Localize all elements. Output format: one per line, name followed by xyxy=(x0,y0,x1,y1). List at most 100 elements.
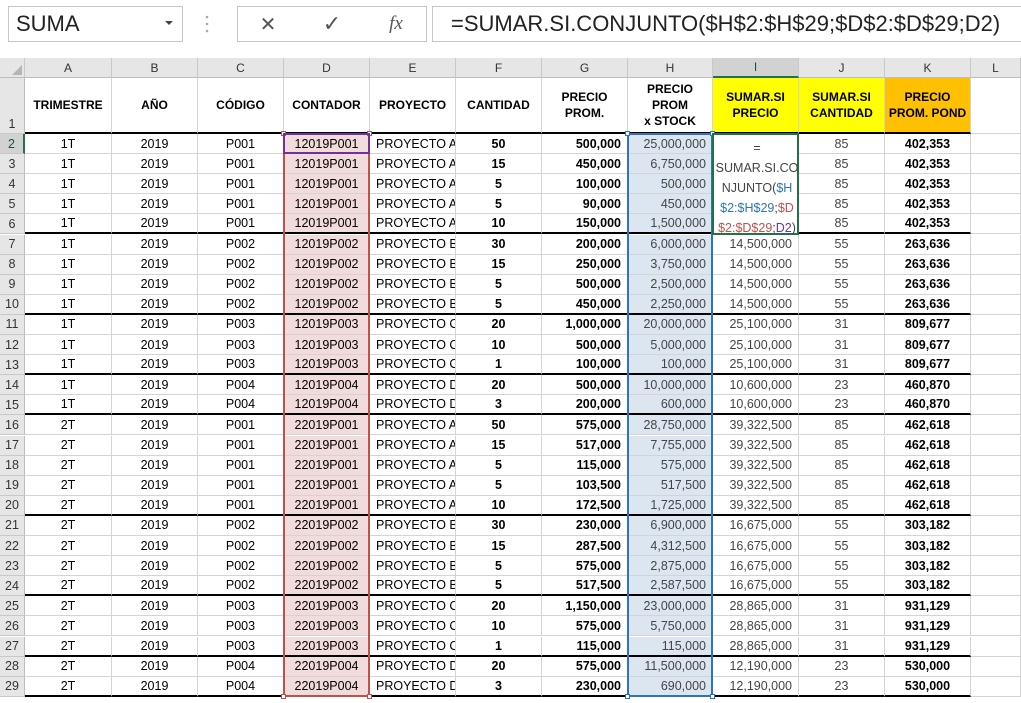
cell-contador[interactable]: 22019P001 xyxy=(284,495,370,516)
cell-contador[interactable]: 12019P003 xyxy=(284,335,370,356)
cell-trimestre[interactable]: 1T xyxy=(25,214,112,235)
cell-sumar-si-cantidad[interactable]: 85 xyxy=(799,415,885,436)
cell-precio-prom[interactable]: 500,000 xyxy=(542,274,628,295)
cell-ano[interactable]: 2019 xyxy=(112,536,198,557)
row-header-15[interactable]: 15 xyxy=(0,395,25,416)
cell-precio-prom-stock[interactable]: 23,000,000 xyxy=(628,596,713,617)
cell-ano[interactable]: 2019 xyxy=(112,214,198,235)
cell-precio-prom[interactable]: 200,000 xyxy=(542,234,628,255)
cell-sumar-si-precio[interactable]: 39,322,500 xyxy=(713,415,799,436)
row-header-11[interactable]: 11 xyxy=(0,314,25,335)
drag-handle-icon[interactable] xyxy=(205,14,209,34)
cell-precio-prom-stock[interactable]: 2,587,500 xyxy=(628,576,713,597)
cell-sumar-si-cantidad[interactable]: 23 xyxy=(799,395,885,416)
cell-sumar-si-cantidad[interactable]: 23 xyxy=(799,676,885,697)
row-header-21[interactable]: 21 xyxy=(0,515,25,536)
cell-precio-prom-stock[interactable]: 5,750,000 xyxy=(628,616,713,637)
cell-sumar-si-cantidad[interactable]: 23 xyxy=(799,656,885,677)
cell-sumar-si-precio[interactable]: 14,500,000 xyxy=(713,254,799,275)
cell-trimestre[interactable]: 2T xyxy=(25,656,112,677)
row-header-3[interactable]: 3 xyxy=(0,154,25,175)
cell-precio-prom-stock[interactable]: 11,500,000 xyxy=(628,656,713,677)
range-handle[interactable] xyxy=(625,693,630,699)
range-handle[interactable] xyxy=(367,131,372,136)
row-header-12[interactable]: 12 xyxy=(0,335,25,356)
header-precio-prom-pond[interactable]: PRECIO PROM. POND xyxy=(885,78,971,134)
cell-proyecto[interactable]: PROYECTO C xyxy=(370,355,456,376)
blank-cell[interactable] xyxy=(971,556,1021,577)
column-header-i[interactable]: I xyxy=(713,58,799,78)
blank-cell[interactable] xyxy=(971,475,1021,496)
cell-ano[interactable]: 2019 xyxy=(112,154,198,175)
cell-precio-prom-stock[interactable]: 7,755,000 xyxy=(628,435,713,456)
cell-ano[interactable]: 2019 xyxy=(112,194,198,215)
cell-proyecto[interactable]: PROYECTO A xyxy=(370,415,456,436)
cell-precio-prom[interactable]: 517,000 xyxy=(542,435,628,456)
cell-precio-prom-stock[interactable]: 10,000,000 xyxy=(628,375,713,396)
cell-cantidad[interactable]: 10 xyxy=(456,616,542,637)
row-header-18[interactable]: 18 xyxy=(0,455,25,476)
cell-codigo[interactable]: P001 xyxy=(198,154,284,175)
cell-codigo[interactable]: P002 xyxy=(198,576,284,597)
cell-precio-prom[interactable]: 450,000 xyxy=(542,294,628,315)
cell-precio-prom-pond[interactable]: 303,182 xyxy=(885,536,971,557)
cell-ano[interactable]: 2019 xyxy=(112,375,198,396)
row-header-5[interactable]: 5 xyxy=(0,194,25,215)
cell-cantidad[interactable]: 5 xyxy=(456,274,542,295)
cell-proyecto[interactable]: PROYECTO B xyxy=(370,274,456,295)
cell-sumar-si-cantidad[interactable]: 85 xyxy=(799,495,885,516)
cell-contador[interactable]: 12019P002 xyxy=(284,234,370,255)
cell-ano[interactable]: 2019 xyxy=(112,656,198,677)
cell-trimestre[interactable]: 1T xyxy=(25,254,112,275)
cell-precio-prom[interactable]: 517,500 xyxy=(542,576,628,597)
cell-ano[interactable]: 2019 xyxy=(112,294,198,315)
cell-proyecto[interactable]: PROYECTO D xyxy=(370,375,456,396)
range-handle[interactable] xyxy=(367,693,372,699)
cell-sumar-si-cantidad[interactable]: 85 xyxy=(799,134,885,155)
cell-precio-prom-pond[interactable]: 263,636 xyxy=(885,274,971,295)
cell-precio-prom-pond[interactable]: 462,618 xyxy=(885,415,971,436)
cell-trimestre[interactable]: 2T xyxy=(25,415,112,436)
cell-sumar-si-cantidad[interactable]: 85 xyxy=(799,455,885,476)
cell-ano[interactable]: 2019 xyxy=(112,174,198,195)
cell-ano[interactable]: 2019 xyxy=(112,676,198,697)
cell-sumar-si-precio[interactable]: 16,675,000 xyxy=(713,536,799,557)
cell-cantidad[interactable]: 3 xyxy=(456,676,542,697)
cell-precio-prom-pond[interactable]: 303,182 xyxy=(885,576,971,597)
cell-cantidad[interactable]: 30 xyxy=(456,515,542,536)
cell-sumar-si-precio[interactable]: 39,322,500 xyxy=(713,495,799,516)
cell-trimestre[interactable]: 2T xyxy=(25,536,112,557)
cell-proyecto[interactable]: PROYECTO A xyxy=(370,495,456,516)
cell-sumar-si-precio[interactable]: 16,675,000 xyxy=(713,515,799,536)
cell-precio-prom-pond[interactable]: 462,618 xyxy=(885,475,971,496)
cell-precio-prom-pond[interactable]: 402,353 xyxy=(885,154,971,175)
header-proyecto[interactable]: PROYECTO xyxy=(370,78,456,134)
cell-cantidad[interactable]: 50 xyxy=(456,415,542,436)
cell-contador[interactable]: 12019P003 xyxy=(284,355,370,376)
cell-cantidad[interactable]: 5 xyxy=(456,455,542,476)
cell-precio-prom-stock[interactable]: 6,750,000 xyxy=(628,154,713,175)
cell-codigo[interactable]: P003 xyxy=(198,636,284,657)
row-header-23[interactable]: 23 xyxy=(0,556,25,577)
cell-precio-prom[interactable]: 115,000 xyxy=(542,636,628,657)
cell-precio-prom[interactable]: 575,000 xyxy=(542,656,628,677)
row-header-13[interactable]: 13 xyxy=(0,355,25,376)
cell-precio-prom[interactable]: 103,500 xyxy=(542,475,628,496)
cell-edit-formula[interactable]: = SUMAR.SI.CONJUNTO($H$2:$H$29;$D$2:$D$2… xyxy=(713,138,801,238)
blank-cell[interactable] xyxy=(971,355,1021,376)
header-contador[interactable]: CONTADOR xyxy=(284,78,370,134)
cell-sumar-si-cantidad[interactable]: 85 xyxy=(799,475,885,496)
blank-cell[interactable] xyxy=(971,395,1021,416)
row-header-14[interactable]: 14 xyxy=(0,375,25,396)
cell-sumar-si-precio[interactable]: 14,500,000 xyxy=(713,274,799,295)
cell-ano[interactable]: 2019 xyxy=(112,415,198,436)
cell-sumar-si-cantidad[interactable]: 23 xyxy=(799,375,885,396)
cell-contador[interactable]: 12019P002 xyxy=(284,294,370,315)
cell-trimestre[interactable]: 1T xyxy=(25,395,112,416)
cell-cantidad[interactable]: 20 xyxy=(456,596,542,617)
cell-precio-prom-stock[interactable]: 115,000 xyxy=(628,636,713,657)
cell-proyecto[interactable]: PROYECTO B xyxy=(370,234,456,255)
cell-trimestre[interactable]: 2T xyxy=(25,636,112,657)
cell-ano[interactable]: 2019 xyxy=(112,475,198,496)
cell-precio-prom-stock[interactable]: 575,000 xyxy=(628,455,713,476)
